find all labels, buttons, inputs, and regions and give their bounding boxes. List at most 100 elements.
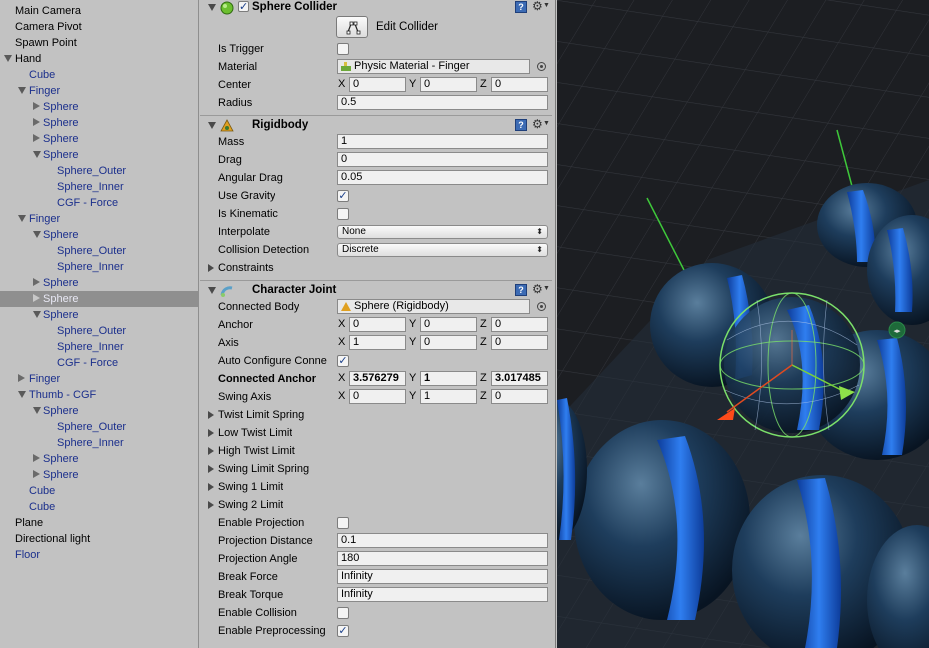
is-trigger-checkbox[interactable]	[337, 43, 349, 55]
expand-triangle-icon[interactable]	[208, 501, 214, 509]
hierarchy-item[interactable]: Sphere	[0, 275, 199, 291]
connected-anchor-z-field[interactable]: 3.017485	[491, 371, 548, 386]
hierarchy-item[interactable]: Sphere_Outer	[0, 243, 199, 259]
object-picker-icon[interactable]	[537, 302, 546, 311]
anchor-y-field[interactable]: 0	[420, 317, 477, 332]
hierarchy-item[interactable]: Sphere_Outer	[0, 419, 199, 435]
sphere-mesh[interactable]	[574, 420, 750, 620]
hierarchy-item[interactable]: Sphere	[0, 291, 199, 307]
hierarchy-item[interactable]: CGF - Force	[0, 195, 199, 211]
hierarchy-item[interactable]: Sphere_Inner	[0, 259, 199, 275]
is-kinematic-checkbox[interactable]	[337, 208, 349, 220]
auto-configure-checkbox[interactable]: ✓	[337, 355, 349, 367]
anchor-x-field[interactable]: 0	[349, 317, 406, 332]
expanded-triangle-icon[interactable]	[33, 311, 41, 318]
drag-field[interactable]: 0	[337, 152, 548, 167]
hierarchy-item[interactable]: Sphere	[0, 99, 199, 115]
chevron-down-icon[interactable]: ▼	[543, 120, 550, 127]
break-force-field[interactable]: Infinity	[337, 569, 548, 584]
expand-triangle-icon[interactable]	[208, 465, 214, 473]
break-torque-field[interactable]: Infinity	[337, 587, 548, 602]
mass-field[interactable]: 1	[337, 134, 548, 149]
hierarchy-item[interactable]: Finger	[0, 371, 199, 387]
hierarchy-item[interactable]: Cube	[0, 67, 199, 83]
chevron-down-icon[interactable]: ▼	[543, 285, 550, 292]
material-field[interactable]: Physic Material - Finger	[337, 59, 530, 74]
collapsed-triangle-icon[interactable]	[33, 294, 40, 302]
enable-preprocessing-checkbox[interactable]: ✓	[337, 625, 349, 637]
rigidbody-header[interactable]: Rigidbody ? ⚙ ▼	[200, 115, 552, 135]
hierarchy-item[interactable]: Sphere_Inner	[0, 435, 199, 451]
collapse-triangle-icon[interactable]	[208, 122, 216, 129]
help-icon[interactable]: ?	[515, 1, 527, 13]
collision-detection-dropdown[interactable]: Discrete ⬍	[337, 243, 548, 257]
scene-view[interactable]: ◂▸	[557, 0, 929, 648]
expanded-triangle-icon[interactable]	[33, 151, 41, 158]
hierarchy-item[interactable]: Spawn Point	[0, 35, 199, 51]
expand-triangle-icon[interactable]	[208, 429, 214, 437]
hierarchy-item[interactable]: Cube	[0, 499, 199, 515]
foldout-high-twist-limit[interactable]: High Twist Limit	[200, 442, 552, 460]
expand-triangle-icon[interactable]	[208, 483, 214, 491]
hierarchy-item[interactable]: Sphere_Inner	[0, 339, 199, 355]
constraints-foldout[interactable]: Constraints	[200, 259, 552, 277]
chevron-down-icon[interactable]: ▼	[543, 2, 550, 9]
collapsed-triangle-icon[interactable]	[33, 134, 40, 142]
collapsed-triangle-icon[interactable]	[33, 454, 40, 462]
hierarchy-item[interactable]: Sphere	[0, 131, 199, 147]
sphere-collider-header[interactable]: ✓ Sphere Collider ? ⚙ ▼	[200, 0, 552, 18]
swing-axis-y-field[interactable]: 1	[420, 389, 477, 404]
center-x-field[interactable]: 0	[349, 77, 406, 92]
expanded-triangle-icon[interactable]	[18, 391, 26, 398]
hierarchy-item[interactable]: Plane	[0, 515, 199, 531]
connected-anchor-x-field[interactable]: 3.576279	[349, 371, 406, 386]
gear-icon[interactable]: ⚙	[532, 117, 543, 131]
expand-triangle-icon[interactable]	[208, 264, 214, 272]
foldout-swing-limit-spring[interactable]: Swing Limit Spring	[200, 460, 552, 478]
camera-gizmo-icon[interactable]: ◂▸	[888, 321, 906, 339]
hierarchy-item[interactable]: Camera Pivot	[0, 19, 199, 35]
hierarchy-item[interactable]: Sphere	[0, 403, 199, 419]
help-icon[interactable]: ?	[515, 119, 527, 131]
hierarchy-item[interactable]: Hand	[0, 51, 199, 67]
hierarchy-item[interactable]: Main Camera	[0, 3, 199, 19]
hierarchy-item[interactable]: Sphere	[0, 451, 199, 467]
collapsed-triangle-icon[interactable]	[33, 278, 40, 286]
enable-projection-checkbox[interactable]	[337, 517, 349, 529]
center-z-field[interactable]: 0	[491, 77, 548, 92]
collapsed-triangle-icon[interactable]	[18, 374, 25, 382]
anchor-z-field[interactable]: 0	[491, 317, 548, 332]
hierarchy-item[interactable]: Sphere_Outer	[0, 323, 199, 339]
help-icon[interactable]: ?	[515, 284, 527, 296]
use-gravity-checkbox[interactable]: ✓	[337, 190, 349, 202]
expanded-triangle-icon[interactable]	[33, 231, 41, 238]
collapse-triangle-icon[interactable]	[208, 4, 216, 11]
connected-anchor-y-field[interactable]: 1	[420, 371, 477, 386]
collapsed-triangle-icon[interactable]	[33, 118, 40, 126]
axis-y-field[interactable]: 0	[420, 335, 477, 350]
radius-field[interactable]: 0.5	[337, 95, 548, 110]
expanded-triangle-icon[interactable]	[4, 55, 12, 62]
expanded-triangle-icon[interactable]	[18, 215, 26, 222]
hierarchy-item[interactable]: Directional light	[0, 531, 199, 547]
hierarchy-item[interactable]: Sphere	[0, 147, 199, 163]
expand-triangle-icon[interactable]	[208, 411, 214, 419]
collapse-triangle-icon[interactable]	[208, 287, 216, 294]
foldout-swing-1-limit[interactable]: Swing 1 Limit	[200, 478, 552, 496]
connected-body-field[interactable]: Sphere (Rigidbody)	[337, 299, 530, 314]
expanded-triangle-icon[interactable]	[18, 87, 26, 94]
edit-collider-button[interactable]	[336, 16, 368, 38]
hierarchy-item[interactable]: Sphere	[0, 227, 199, 243]
hierarchy-item[interactable]: Finger	[0, 83, 199, 99]
collapsed-triangle-icon[interactable]	[33, 470, 40, 478]
gear-icon[interactable]: ⚙	[532, 282, 543, 296]
enable-collision-checkbox[interactable]	[337, 607, 349, 619]
hierarchy-item[interactable]: Thumb - CGF	[0, 387, 199, 403]
scene-render[interactable]: ◂▸	[557, 0, 929, 648]
hierarchy-item[interactable]: Cube	[0, 483, 199, 499]
hierarchy-item[interactable]: Sphere	[0, 467, 199, 483]
foldout-low-twist-limit[interactable]: Low Twist Limit	[200, 424, 552, 442]
hierarchy-item[interactable]: Sphere	[0, 307, 199, 323]
collapsed-triangle-icon[interactable]	[33, 102, 40, 110]
swing-axis-x-field[interactable]: 0	[349, 389, 406, 404]
